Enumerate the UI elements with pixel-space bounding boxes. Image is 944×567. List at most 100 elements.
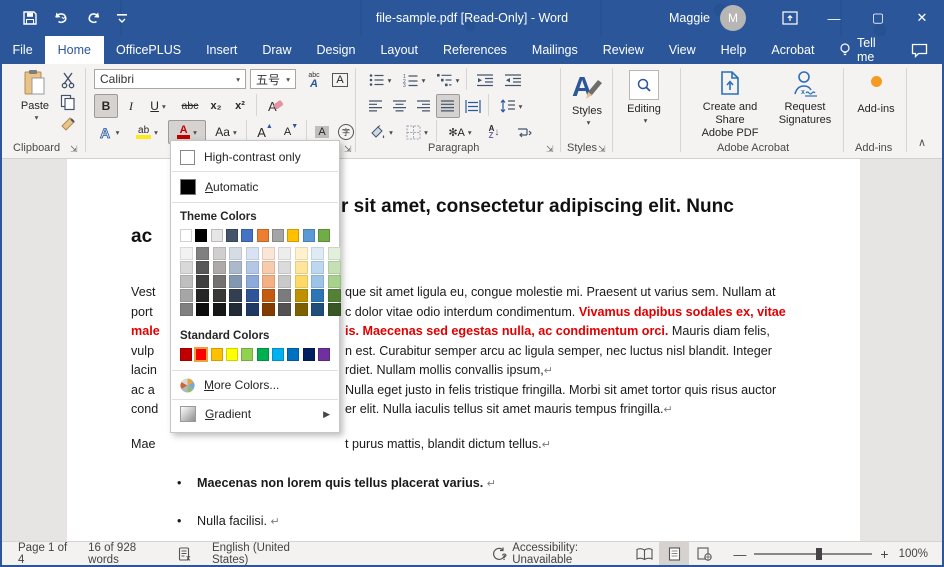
color-variant-swatch[interactable] bbox=[246, 289, 259, 302]
color-variant-swatch[interactable] bbox=[196, 303, 209, 316]
color-variant-swatch[interactable] bbox=[229, 303, 242, 316]
color-variant-swatch[interactable] bbox=[246, 261, 259, 274]
color-variant-swatch[interactable] bbox=[180, 303, 193, 316]
justify-button[interactable] bbox=[436, 94, 460, 118]
tab-insert[interactable]: Insert bbox=[194, 36, 250, 64]
strikethrough-button[interactable]: abc bbox=[176, 94, 204, 118]
color-swatch[interactable] bbox=[272, 348, 284, 361]
color-variant-swatch[interactable] bbox=[278, 289, 291, 302]
save-icon[interactable] bbox=[22, 10, 38, 26]
paste-button[interactable]: Paste ▾ bbox=[14, 69, 56, 122]
increase-indent-button[interactable] bbox=[500, 68, 526, 92]
maximize-button[interactable]: ▢ bbox=[856, 0, 900, 36]
collapse-ribbon-icon[interactable]: ∧ bbox=[918, 136, 926, 149]
color-variant-swatch[interactable] bbox=[213, 303, 226, 316]
zoom-slider[interactable] bbox=[754, 553, 872, 555]
color-variant-swatch[interactable] bbox=[278, 303, 291, 316]
color-variant-swatch[interactable] bbox=[278, 247, 291, 260]
automatic-color-item[interactable]: Automatic bbox=[171, 174, 339, 200]
bullets-button[interactable]: ▾ bbox=[364, 68, 396, 92]
color-variant-swatch[interactable] bbox=[311, 261, 324, 274]
format-painter-icon[interactable] bbox=[60, 116, 77, 133]
tab-file[interactable]: File bbox=[0, 36, 45, 64]
color-variant-swatch[interactable] bbox=[196, 247, 209, 260]
color-swatch[interactable] bbox=[195, 229, 207, 242]
font-name-combo[interactable]: Calibri▾ bbox=[94, 69, 246, 89]
minimize-button[interactable]: — bbox=[812, 0, 856, 36]
line-spacing-button[interactable]: ▾ bbox=[494, 94, 528, 118]
font-dialog-launcher-icon[interactable]: ⇲ bbox=[344, 145, 352, 154]
language-indicator[interactable]: English (United States) bbox=[202, 542, 322, 566]
paragraph-dialog-launcher-icon[interactable]: ⇲ bbox=[546, 145, 554, 154]
web-layout-button[interactable] bbox=[689, 542, 719, 566]
color-swatch[interactable] bbox=[257, 229, 269, 242]
color-variant-swatch[interactable] bbox=[196, 289, 209, 302]
high-contrast-only-item[interactable]: High-contrast only bbox=[171, 145, 339, 169]
font-size-combo[interactable]: 五号▾ bbox=[250, 69, 296, 89]
color-swatch[interactable] bbox=[211, 348, 223, 361]
color-variant-swatch[interactable] bbox=[246, 303, 259, 316]
proofing-status-icon[interactable]: x bbox=[168, 542, 202, 566]
color-swatch[interactable] bbox=[303, 348, 315, 361]
user-name[interactable]: Maggie bbox=[669, 11, 710, 25]
color-variant-swatch[interactable] bbox=[328, 289, 341, 302]
create-share-pdf-button[interactable]: Create and ShareAdobe PDF bbox=[688, 70, 772, 140]
color-variant-swatch[interactable] bbox=[229, 289, 242, 302]
color-variant-swatch[interactable] bbox=[262, 261, 275, 274]
ribbon-display-options-icon[interactable] bbox=[768, 0, 812, 36]
color-swatch[interactable] bbox=[272, 229, 284, 242]
color-variant-swatch[interactable] bbox=[311, 247, 324, 260]
italic-button[interactable]: I bbox=[120, 94, 142, 118]
styles-dialog-launcher-icon[interactable]: ⇲ bbox=[598, 145, 606, 154]
color-swatch[interactable] bbox=[226, 229, 238, 242]
align-right-button[interactable] bbox=[412, 94, 436, 118]
phonetic-guide-button[interactable]: abc A bbox=[302, 68, 326, 92]
color-variant-swatch[interactable] bbox=[262, 289, 275, 302]
zoom-slider-thumb[interactable] bbox=[816, 548, 822, 560]
asian-layout-button[interactable]: ✻A▾ bbox=[442, 120, 478, 144]
align-left-button[interactable] bbox=[364, 94, 388, 118]
color-variant-swatch[interactable] bbox=[295, 289, 308, 302]
tab-view[interactable]: View bbox=[656, 36, 708, 64]
tab-officeplus[interactable]: OfficePLUS bbox=[104, 36, 194, 64]
color-swatch[interactable] bbox=[211, 229, 223, 242]
tab-acrobat[interactable]: Acrobat bbox=[759, 36, 827, 64]
color-variant-swatch[interactable] bbox=[180, 247, 193, 260]
color-variant-swatch[interactable] bbox=[196, 275, 209, 288]
color-variant-swatch[interactable] bbox=[213, 247, 226, 260]
color-variant-swatch[interactable] bbox=[213, 289, 226, 302]
color-variant-swatch[interactable] bbox=[246, 275, 259, 288]
color-swatch[interactable] bbox=[318, 229, 330, 242]
color-variant-swatch[interactable] bbox=[328, 303, 341, 316]
color-variant-swatch[interactable] bbox=[180, 275, 193, 288]
comments-icon[interactable] bbox=[895, 36, 944, 64]
multilevel-list-button[interactable]: ▾ bbox=[432, 68, 464, 92]
page-indicator[interactable]: Page 1 of 4 bbox=[0, 542, 78, 566]
avatar[interactable]: M bbox=[720, 5, 746, 31]
color-variant-swatch[interactable] bbox=[295, 261, 308, 274]
checkbox-unchecked-icon[interactable] bbox=[180, 150, 195, 165]
color-variant-swatch[interactable] bbox=[328, 275, 341, 288]
color-swatch[interactable] bbox=[303, 229, 315, 242]
color-variant-swatch[interactable] bbox=[311, 275, 324, 288]
close-button[interactable]: ✕ bbox=[900, 0, 944, 36]
underline-button[interactable]: U▾ bbox=[142, 94, 174, 118]
color-variant-swatch[interactable] bbox=[196, 261, 209, 274]
color-variant-swatch[interactable] bbox=[180, 289, 193, 302]
character-border-button[interactable]: A bbox=[328, 68, 352, 92]
copy-icon[interactable] bbox=[60, 94, 76, 111]
color-swatch[interactable] bbox=[195, 348, 207, 361]
shading-button[interactable]: ▾ bbox=[364, 120, 398, 144]
color-variant-swatch[interactable] bbox=[278, 275, 291, 288]
color-variant-swatch[interactable] bbox=[262, 303, 275, 316]
subscript-button[interactable]: x₂ bbox=[204, 94, 228, 118]
request-signatures-button[interactable]: x RequestSignatures bbox=[772, 70, 838, 127]
superscript-button[interactable]: x² bbox=[228, 94, 252, 118]
word-count[interactable]: 16 of 928 words bbox=[78, 542, 168, 566]
color-variant-swatch[interactable] bbox=[229, 247, 242, 260]
color-variant-swatch[interactable] bbox=[180, 261, 193, 274]
color-swatch[interactable] bbox=[226, 348, 238, 361]
numbering-button[interactable]: 123 ▾ bbox=[398, 68, 430, 92]
distribute-button[interactable] bbox=[460, 94, 486, 118]
zoom-out-button[interactable]: — bbox=[733, 547, 746, 562]
